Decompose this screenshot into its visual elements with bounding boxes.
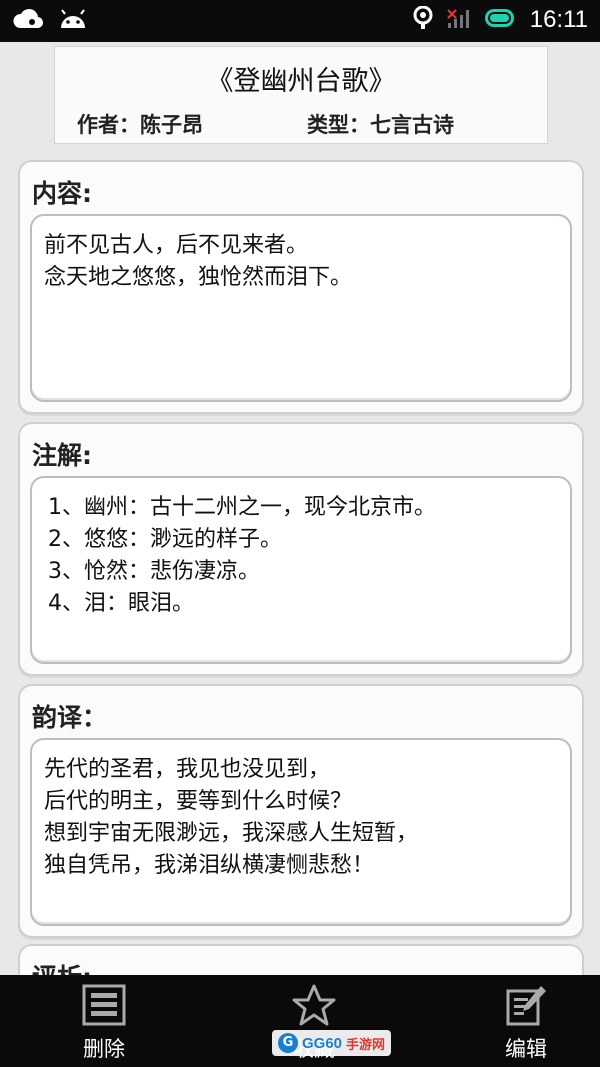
watermark-suffix: 手游网 [346, 1037, 386, 1053]
cloud-icon [12, 8, 44, 36]
content-section-title: 内容: [32, 179, 92, 208]
content-section: 内容: 前不见古人，后不见来者。 念天地之悠悠，独怆然而泪下。 [18, 160, 584, 414]
note-line: 4、泪：眼泪。 [48, 591, 194, 616]
author-name: 陈子昂 [140, 113, 203, 137]
content-text-box[interactable]: 前不见古人，后不见来者。 念天地之悠悠，独怆然而泪下。 [30, 214, 572, 402]
translation-line: 先代的圣君，我见也没见到， [44, 757, 331, 782]
wifi-icon [412, 5, 434, 34]
delete-button[interactable]: 删除 [44, 983, 164, 1063]
site-watermark: G GG60 手游网 [272, 1030, 392, 1056]
delete-label: 删除 [83, 1037, 125, 1061]
translation-line: 想到宇宙无限渺远，我深感人生短暂， [44, 821, 419, 846]
note-line: 1、幽州：古十二州之一，现今北京市。 [48, 495, 436, 520]
notes-text-box[interactable]: 1、幽州：古十二州之一，现今北京市。 2、悠悠：渺远的样子。 3、怆然：悲伤凄凉… [30, 476, 572, 664]
translation-text-box[interactable]: 先代的圣君，我见也没见到， 后代的明主，要等到什么时候？ 想到宇宙无限渺远，我深… [30, 738, 572, 926]
edit-label: 编辑 [505, 1037, 547, 1061]
battery-icon [484, 7, 518, 33]
watermark-brand: GG60 [302, 1034, 343, 1052]
translation-line: 独自凭吊，我涕泪纵横凄恻悲愁！ [44, 853, 375, 878]
watermark-logo-icon: G [278, 1033, 298, 1053]
translation-section-title: 韵译： [32, 703, 108, 732]
edit-icon [466, 983, 586, 1027]
analysis-section: 评析: [18, 944, 584, 975]
notes-section: 注解: 1、幽州：古十二州之一，现今北京市。 2、悠悠：渺远的样子。 3、怆然：… [18, 422, 584, 676]
poem-title: 《登幽州台歌》 [206, 66, 396, 97]
star-icon [254, 983, 374, 1027]
signal-icon [446, 6, 472, 34]
poem-detail-page[interactable]: 《登幽州台歌》 作者：陈子昂 类型：七言古诗 内容: 前不见古人，后不见来者。 … [0, 42, 600, 975]
note-line: 3、怆然：悲伤凄凉。 [48, 559, 260, 584]
delete-icon [44, 983, 164, 1027]
edit-button[interactable]: 编辑 [466, 983, 586, 1063]
translation-section: 韵译： 先代的圣君，我见也没见到， 后代的明主，要等到什么时候？ 想到宇宙无限渺… [18, 684, 584, 938]
content-line: 前不见古人，后不见来者。 [44, 233, 309, 258]
author-info: 作者：陈子昂 [77, 109, 203, 139]
poem-header-card: 《登幽州台歌》 作者：陈子昂 类型：七言古诗 [54, 46, 548, 144]
content-line: 念天地之悠悠，独怆然而泪下。 [44, 265, 353, 290]
analysis-section-title: 评析: [32, 958, 92, 975]
notes-section-title: 注解: [32, 441, 92, 470]
clock: 16:11 [529, 6, 588, 33]
type-value: 七言古诗 [370, 113, 454, 137]
type-info: 类型：七言古诗 [307, 109, 454, 139]
translation-line: 后代的明主，要等到什么时候？ [44, 789, 353, 814]
note-line: 2、悠悠：渺远的样子。 [48, 527, 282, 552]
status-bar: 16:11 [0, 0, 600, 42]
type-label: 类型： [307, 113, 370, 137]
android-icon [58, 8, 88, 36]
author-label: 作者： [77, 113, 140, 137]
